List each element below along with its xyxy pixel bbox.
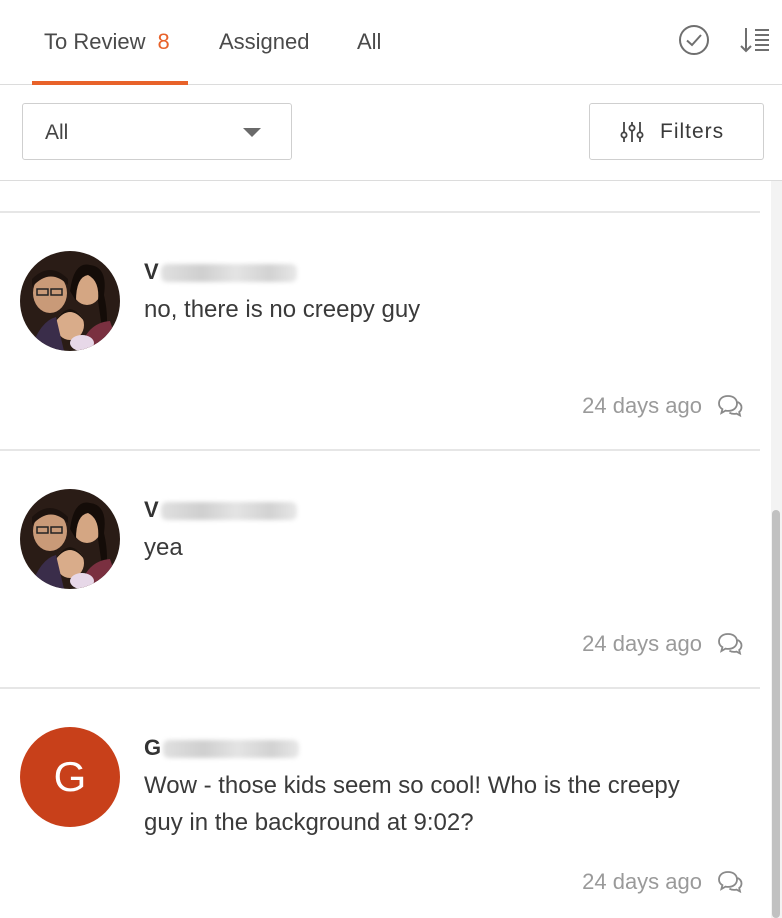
tab-label: All — [357, 29, 382, 54]
author-initial: V — [144, 259, 159, 284]
tab-all[interactable]: All — [357, 0, 381, 84]
comment-meta: 24 days ago — [582, 393, 744, 419]
tab-label: Assigned — [219, 29, 310, 54]
reply-bubble-icon[interactable] — [716, 869, 744, 895]
comment-list: V no, there is no creepy guy 24 days ago — [0, 181, 760, 918]
comment-meta: 24 days ago — [582, 631, 744, 657]
author-initial: G — [144, 735, 162, 760]
review-count-badge: 8 — [157, 29, 170, 54]
comment-text: Wow - those kids seem so cool! Who is th… — [144, 772, 680, 836]
tab-label: To Review — [44, 29, 146, 54]
comment-time: 24 days ago — [582, 869, 702, 894]
redacted-name — [160, 264, 297, 283]
check-circle-icon[interactable] — [676, 22, 712, 58]
comment-time: 24 days ago — [582, 393, 702, 418]
comment-item[interactable]: V no, there is no creepy guy 24 days ago — [0, 213, 760, 449]
comment-author: V — [144, 497, 297, 523]
dropdown-caret-icon — [243, 128, 261, 137]
tab-assigned[interactable]: Assigned — [219, 0, 310, 84]
sliders-icon — [620, 121, 644, 142]
comment-item[interactable]: G G Wow - those kids seem so cool! Who i… — [0, 689, 760, 918]
comment-text: yea — [144, 534, 183, 561]
comment-author: V — [144, 259, 297, 285]
comment-time: 24 days ago — [582, 631, 702, 656]
tab-to-review[interactable]: To Review 8 — [32, 0, 188, 85]
comment-author: G — [144, 735, 300, 761]
sort-icon[interactable] — [737, 22, 773, 58]
scrollbar-thumb[interactable] — [772, 510, 780, 918]
comment-text: no, there is no creepy guy — [144, 296, 421, 323]
filters-button[interactable]: Filters — [589, 103, 764, 160]
reply-bubble-icon[interactable] — [716, 393, 744, 419]
reply-bubble-icon[interactable] — [716, 631, 744, 657]
comment-meta: 24 days ago — [582, 869, 744, 895]
avatar: G — [20, 727, 120, 827]
tab-bar: To Review 8 Assigned All — [0, 0, 782, 85]
redacted-name — [160, 502, 297, 521]
family-photo-icon — [20, 251, 120, 351]
dropdown-value: All — [45, 121, 69, 144]
avatar — [20, 251, 120, 351]
redacted-name — [163, 740, 300, 759]
author-initial: V — [144, 497, 159, 522]
filters-label: Filters — [660, 119, 725, 143]
avatar-letter: G — [53, 753, 87, 800]
filter-row: All Filters — [0, 85, 782, 181]
comment-item[interactable]: V yea 24 days ago — [0, 451, 760, 687]
review-filter-dropdown[interactable]: All — [22, 103, 292, 160]
family-photo-icon — [20, 489, 120, 589]
avatar — [20, 489, 120, 589]
